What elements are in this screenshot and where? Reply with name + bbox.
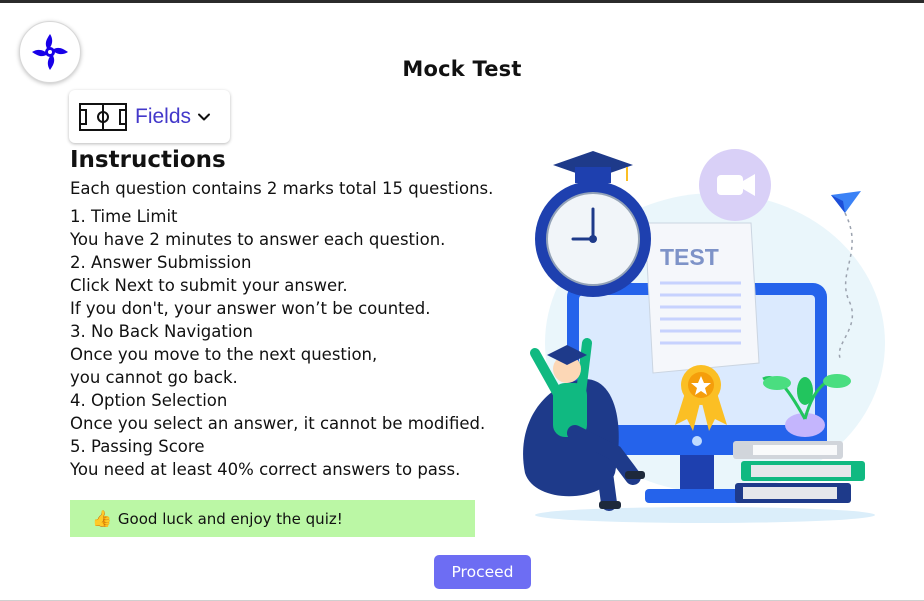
good-luck-banner: 👍 Good luck and enjoy the quiz!	[70, 500, 475, 537]
chevron-down-icon	[198, 113, 211, 120]
rule-text: If you don't, your answer won’t be count…	[70, 299, 431, 318]
rules-list: 1. Time Limit You have 2 minutes to answ…	[70, 205, 500, 481]
fields-dropdown-label: Fields	[135, 104, 192, 128]
rule-text: you cannot go back.	[70, 368, 238, 387]
graduation-cap-icon	[553, 151, 633, 183]
rule-title-passing-score: 5. Passing Score	[70, 437, 205, 456]
mock-test-page: Mock Test Fields Instructions Each quest…	[0, 0, 924, 601]
thumbs-up-icon: 👍	[92, 509, 112, 528]
video-camera-icon	[699, 149, 771, 221]
clock-icon	[535, 181, 651, 297]
rule-text: You need at least 40% correct answers to…	[70, 460, 461, 479]
field-pitch-icon	[79, 102, 127, 131]
fields-dropdown[interactable]: Fields	[69, 90, 230, 143]
test-sheet: TEST	[644, 222, 760, 374]
instructions-heading: Instructions	[70, 147, 226, 173]
instructions-intro: Each question contains 2 marks total 15 …	[70, 179, 494, 198]
test-sheet-label: TEST	[660, 244, 719, 270]
paper-plane-icon	[831, 191, 861, 213]
test-illustration: TEST	[523, 149, 885, 523]
rule-title-time-limit: 1. Time Limit	[70, 207, 178, 226]
rule-text: You have 2 minutes to answer each questi…	[70, 230, 446, 249]
instructions-panel: Instructions Each question contains 2 ma…	[70, 145, 500, 481]
rule-title-option-selection: 4. Option Selection	[70, 391, 228, 410]
good-luck-text: Good luck and enjoy the quiz!	[117, 509, 343, 528]
books-stack	[733, 441, 865, 503]
page-title: Mock Test	[402, 57, 522, 81]
rule-text: Click Next to submit your answer.	[70, 276, 348, 295]
proceed-button[interactable]: Proceed	[434, 555, 531, 589]
rule-text: Once you move to the next question,	[70, 345, 378, 364]
rule-text: Once you select an answer, it cannot be …	[70, 414, 486, 433]
rule-title-no-back-navigation: 3. No Back Navigation	[70, 322, 253, 341]
rule-title-answer-submission: 2. Answer Submission	[70, 253, 252, 272]
